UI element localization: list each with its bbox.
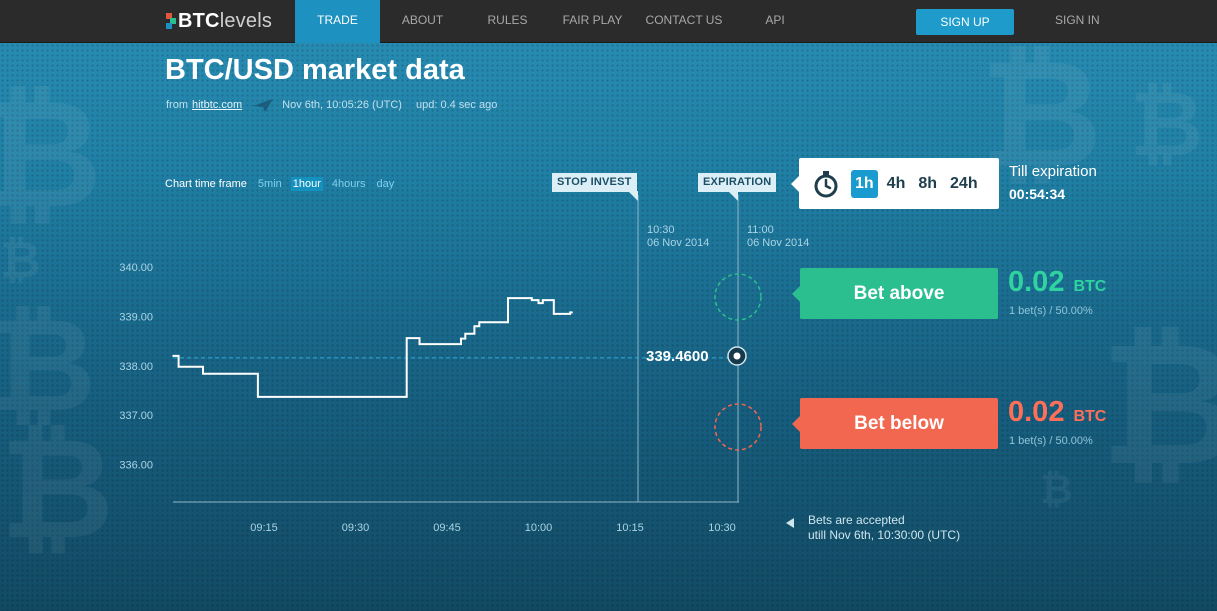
nav-item-about[interactable]: ABOUT [390, 0, 455, 43]
x-axis: 09:15 09:30 09:45 10:00 10:15 10:30 [250, 522, 736, 534]
x-tick-label: 09:45 [433, 522, 461, 534]
stopwatch-icon [814, 170, 838, 197]
server-timestamp: Nov 6th, 10:05:26 (UTC) [282, 99, 402, 111]
bets-accepted-note: Bets are accepted utill Nov 6th, 10:30:0… [786, 513, 960, 543]
timeframe-option-4hours[interactable]: 4hours [330, 177, 368, 191]
bet-above-target-icon [714, 273, 762, 321]
current-price-dot-center [733, 352, 741, 360]
background-bitcoin-icon: ₿ [1130, 72, 1204, 177]
timeframe-label: Chart time frame [165, 178, 247, 190]
y-axis: 340.00 339.00 338.00 337.00 336.00 [119, 262, 153, 472]
sign-in-link[interactable]: SIGN IN [1055, 13, 1100, 27]
nav-item-contact-us[interactable]: CONTACT US [640, 0, 728, 43]
source-link[interactable]: hitbtc.com [192, 99, 242, 111]
current-price-label: 339.4600 [646, 348, 709, 365]
timeframe-option-1hour[interactable]: 1hour [290, 177, 323, 191]
timeframe-option-day[interactable]: day [375, 177, 397, 191]
expiration-pointer-icon [728, 191, 738, 201]
expiration-duration-selector: 1h 4h 8h 24h [791, 158, 999, 209]
stop-invest-marker: STOP INVEST [552, 173, 637, 192]
duration-option-4h[interactable]: 4h [883, 170, 910, 198]
pointer-left-icon [786, 518, 794, 528]
nav-item-fair-play[interactable]: FAIR PLAY [555, 0, 630, 43]
nav-item-rules[interactable]: RULES [475, 0, 540, 43]
till-expiration-label: Till expiration [1009, 163, 1097, 180]
from-label: from [166, 99, 188, 111]
x-tick-label: 10:15 [616, 522, 644, 534]
bet-below-target-icon [714, 403, 762, 451]
logo-text: BTClevels [178, 9, 273, 32]
update-latency: upd: 0.4 sec ago [415, 99, 498, 111]
x-tick-label: 10:30 [708, 522, 736, 534]
expiration-countdown: 00:54:34 [1009, 186, 1066, 202]
bet-above-amount: 0.02 BTC [1008, 266, 1107, 298]
price-series-line [172, 297, 573, 398]
airplane-icon [253, 99, 274, 112]
page-title: BTC/USD market data [165, 54, 465, 86]
y-tick-label: 339.00 [119, 311, 153, 323]
background-bitcoin-icon: ₿ [0, 289, 96, 441]
expiration-marker: EXPIRATION [698, 173, 777, 192]
stop-invest-datetime: 10:30 06 Nov 2014 [647, 224, 710, 249]
chart-timeframe-selector: Chart time frame 5min 1hour 4hours day [165, 177, 403, 191]
top-nav: BTClevels TRADE ABOUT RULES FAIR PLAY CO… [0, 0, 1217, 43]
y-tick-label: 337.00 [119, 410, 153, 422]
stop-invest-pointer-icon [628, 191, 638, 201]
background-pattern [0, 43, 1217, 611]
nav-item-trade[interactable]: TRADE [295, 0, 380, 43]
logo-mark-icon [166, 13, 176, 29]
bet-below-button[interactable]: Bet below [792, 398, 998, 449]
current-price-dot-icon [727, 346, 747, 366]
expiration-datetime: 11:00 06 Nov 2014 [747, 224, 810, 249]
x-tick-label: 10:00 [525, 522, 553, 534]
bet-above-button[interactable]: Bet above [792, 268, 998, 319]
bet-below-stats: 1 bet(s) / 50.00% [1009, 435, 1093, 447]
duration-option-8h[interactable]: 8h [914, 170, 941, 198]
duration-option-1h[interactable]: 1h [851, 169, 878, 198]
x-tick-label: 09:30 [342, 522, 370, 534]
background-bitcoin-icon: ₿ [1100, 306, 1217, 504]
sign-up-button[interactable]: SIGN UP [916, 9, 1014, 35]
x-tick-label: 09:15 [250, 522, 278, 534]
duration-option-24h[interactable]: 24h [946, 170, 982, 198]
background-bitcoin-icon: ₿ [0, 68, 103, 242]
nav-item-api[interactable]: API [755, 0, 795, 43]
bet-above-stats: 1 bet(s) / 50.00% [1009, 305, 1093, 317]
y-tick-label: 338.00 [119, 361, 153, 373]
btclevels-logo[interactable]: BTClevels [166, 9, 272, 33]
background-bitcoin-icon: ₿ [0, 408, 115, 571]
timeframe-option-5min[interactable]: 5min [256, 177, 284, 191]
y-tick-label: 340.00 [119, 262, 153, 274]
data-source-line: from hitbtc.com Nov 6th, 10:05:26 (UTC) … [166, 97, 497, 113]
background-bitcoin-icon: ₿ [1040, 467, 1073, 513]
background-bitcoin-icon: ₿ [0, 231, 41, 289]
bet-below-amount: 0.02 BTC [1008, 396, 1107, 428]
y-tick-label: 336.00 [119, 460, 153, 472]
